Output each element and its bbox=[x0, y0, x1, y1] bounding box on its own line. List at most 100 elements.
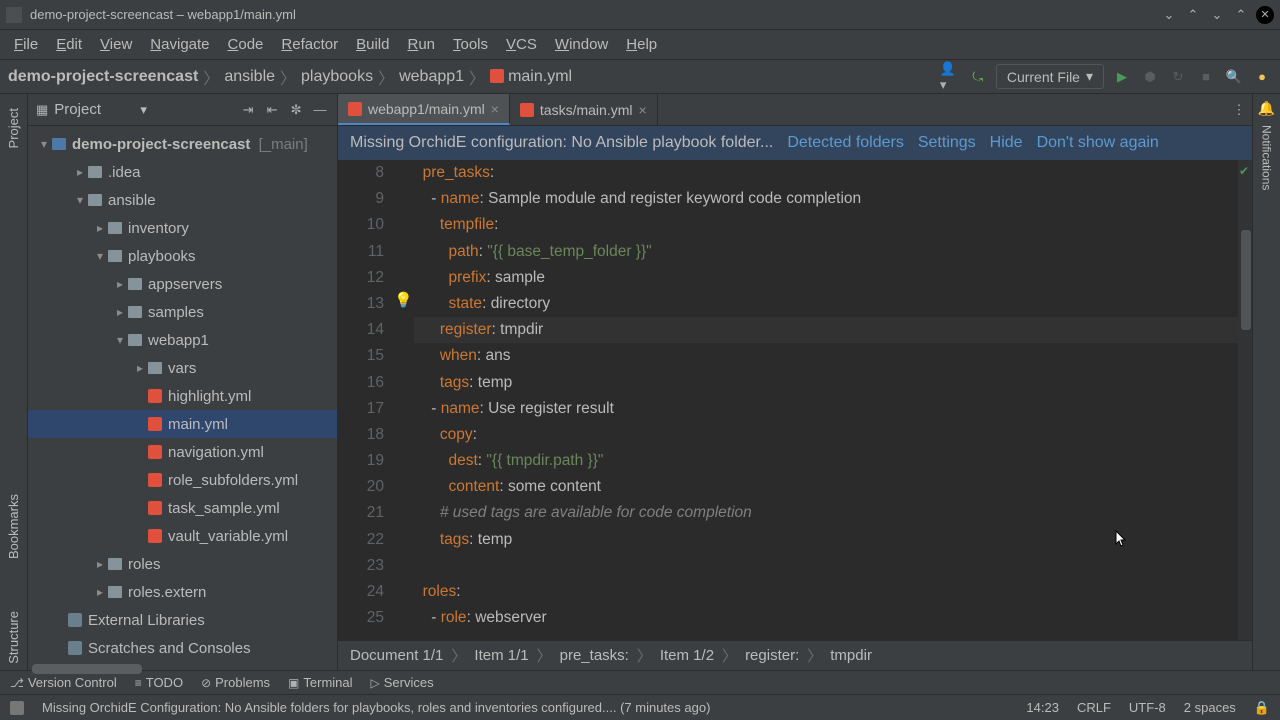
line-number[interactable]: 18 bbox=[338, 422, 384, 448]
bottom-tool-version-control[interactable]: ⎇Version Control bbox=[10, 675, 117, 690]
tree-item[interactable]: main.yml bbox=[28, 410, 337, 438]
menu-run[interactable]: Run bbox=[399, 33, 443, 56]
banner-link-hide[interactable]: Hide bbox=[990, 134, 1023, 152]
editor-crumb[interactable]: pre_tasks: bbox=[560, 647, 629, 664]
tree-item[interactable]: ▾playbooks bbox=[28, 242, 337, 270]
tree-item[interactable]: vault_variable.yml bbox=[28, 522, 337, 550]
tree-item[interactable]: ▾webapp1 bbox=[28, 326, 337, 354]
tab-close-icon[interactable]: × bbox=[491, 101, 499, 117]
line-number[interactable]: 14 bbox=[338, 317, 384, 343]
chevron-icon[interactable]: ▸ bbox=[92, 557, 108, 571]
code-line[interactable]: state: directory bbox=[414, 291, 1238, 317]
tree-item[interactable]: navigation.yml bbox=[28, 438, 337, 466]
debug-icon[interactable]: ⬢ bbox=[1140, 67, 1160, 87]
code-line[interactable]: tags: temp bbox=[414, 527, 1238, 553]
menu-refactor[interactable]: Refactor bbox=[273, 33, 346, 56]
tree-item[interactable]: ▸roles.extern bbox=[28, 578, 337, 606]
bottom-tool-terminal[interactable]: ▣Terminal bbox=[288, 675, 352, 690]
lock-icon[interactable]: 🔒 bbox=[1254, 700, 1270, 716]
updates-icon[interactable]: ● bbox=[1252, 67, 1272, 87]
maximize-icon[interactable]: ⌃ bbox=[1232, 6, 1250, 24]
line-number[interactable]: 24 bbox=[338, 579, 384, 605]
menu-tools[interactable]: Tools bbox=[445, 33, 496, 56]
file-encoding[interactable]: UTF-8 bbox=[1129, 700, 1166, 715]
code-line[interactable]: - role: webserver bbox=[414, 605, 1238, 631]
code-content[interactable]: pre_tasks: - name: Sample module and reg… bbox=[414, 160, 1238, 640]
notifications-icon[interactable]: 🔔 bbox=[1258, 100, 1275, 117]
dropdown-icon[interactable]: ▾ bbox=[140, 102, 147, 118]
code-editor[interactable]: 8910111213141516171819202122232425 💡 pre… bbox=[338, 160, 1252, 640]
code-line[interactable]: - name: Sample module and register keywo… bbox=[414, 186, 1238, 212]
code-line[interactable]: tempfile: bbox=[414, 212, 1238, 238]
chevron-icon[interactable]: ▸ bbox=[92, 585, 108, 599]
line-number[interactable]: 21 bbox=[338, 500, 384, 526]
menu-window[interactable]: Window bbox=[547, 33, 616, 56]
code-line[interactable]: pre_tasks: bbox=[414, 160, 1238, 186]
code-line[interactable]: dest: "{{ tmpdir.path }}" bbox=[414, 448, 1238, 474]
code-line[interactable]: register: tmpdir bbox=[414, 317, 1238, 343]
line-number[interactable]: 20 bbox=[338, 474, 384, 500]
select-opened-icon[interactable]: ⇥ bbox=[239, 102, 257, 118]
chevron-icon[interactable]: ▸ bbox=[72, 165, 88, 179]
line-number[interactable]: 8 bbox=[338, 160, 384, 186]
stop-icon[interactable]: ■ bbox=[1196, 67, 1216, 87]
tab-close-icon[interactable]: × bbox=[639, 102, 647, 118]
menu-build[interactable]: Build bbox=[348, 33, 397, 56]
code-line[interactable] bbox=[414, 553, 1238, 579]
breadcrumb-item[interactable]: demo-project-screencast bbox=[8, 68, 198, 86]
line-separator[interactable]: CRLF bbox=[1077, 700, 1111, 715]
line-number[interactable]: 11 bbox=[338, 239, 384, 265]
tree-item[interactable]: ▸.idea bbox=[28, 158, 337, 186]
menu-edit[interactable]: Edit bbox=[48, 33, 90, 56]
tree-item[interactable]: ▾ansible bbox=[28, 186, 337, 214]
intention-bulb-icon[interactable]: 💡 bbox=[394, 291, 413, 309]
menu-code[interactable]: Code bbox=[220, 33, 272, 56]
code-line[interactable]: tags: temp bbox=[414, 370, 1238, 396]
code-line[interactable]: roles: bbox=[414, 579, 1238, 605]
line-number[interactable]: 13 bbox=[338, 291, 384, 317]
chevron-icon[interactable]: ▾ bbox=[112, 333, 128, 347]
editor-crumb[interactable]: Item 1/1 bbox=[474, 647, 528, 664]
code-line[interactable]: when: ans bbox=[414, 343, 1238, 369]
code-line[interactable]: path: "{{ base_temp_folder }}" bbox=[414, 239, 1238, 265]
code-line[interactable]: # used tags are available for code compl… bbox=[414, 500, 1238, 526]
editor-crumb[interactable]: Document 1/1 bbox=[350, 647, 443, 664]
minimize-icon[interactable]: ⌄ bbox=[1208, 6, 1226, 24]
code-line[interactable]: content: some content bbox=[414, 474, 1238, 500]
editor-crumb[interactable]: Item 1/2 bbox=[660, 647, 714, 664]
line-number[interactable]: 10 bbox=[338, 212, 384, 238]
project-tree[interactable]: ▾demo-project-screencast [_main]▸.idea▾a… bbox=[28, 126, 337, 658]
expand-all-icon[interactable]: ⇤ bbox=[263, 102, 281, 118]
tree-item[interactable]: ▸samples bbox=[28, 298, 337, 326]
line-number[interactable]: 17 bbox=[338, 396, 384, 422]
tree-scrollbar[interactable] bbox=[32, 664, 142, 674]
line-number[interactable]: 22 bbox=[338, 527, 384, 553]
menu-help[interactable]: Help bbox=[618, 33, 665, 56]
coverage-icon[interactable]: ↻ bbox=[1168, 67, 1188, 87]
chevron-icon[interactable]: ▾ bbox=[72, 193, 88, 207]
chevron-icon[interactable]: ▸ bbox=[132, 361, 148, 375]
tree-item[interactable]: role_subfolders.yml bbox=[28, 466, 337, 494]
editor-tab[interactable]: webapp1/main.yml× bbox=[338, 94, 510, 125]
tree-item[interactable]: Scratches and Consoles bbox=[28, 634, 337, 658]
breadcrumb-item[interactable]: main.yml bbox=[490, 68, 572, 86]
settings-icon[interactable]: ✼ bbox=[287, 102, 305, 118]
banner-link-dontshow[interactable]: Don't show again bbox=[1037, 134, 1159, 152]
line-number[interactable]: 16 bbox=[338, 370, 384, 396]
indent-setting[interactable]: 2 spaces bbox=[1184, 700, 1236, 715]
line-number[interactable]: 25 bbox=[338, 605, 384, 631]
breadcrumb-item[interactable]: playbooks bbox=[301, 68, 373, 86]
run-config-select[interactable]: Current File▾ bbox=[996, 64, 1104, 89]
run-icon[interactable]: ▶ bbox=[1112, 67, 1132, 87]
tree-root[interactable]: ▾demo-project-screencast [_main] bbox=[28, 130, 337, 158]
chevron-icon[interactable]: ▾ bbox=[92, 249, 108, 263]
project-tool-button[interactable]: Project bbox=[6, 102, 21, 154]
menu-file[interactable]: File bbox=[6, 33, 46, 56]
menu-view[interactable]: View bbox=[92, 33, 140, 56]
editor-crumb[interactable]: register: bbox=[745, 647, 799, 664]
bottom-tool-problems[interactable]: ⊘Problems bbox=[201, 675, 270, 690]
tree-item[interactable]: highlight.yml bbox=[28, 382, 337, 410]
tree-item[interactable]: ▸inventory bbox=[28, 214, 337, 242]
caret-position[interactable]: 14:23 bbox=[1026, 700, 1059, 715]
menu-navigate[interactable]: Navigate bbox=[142, 33, 217, 56]
